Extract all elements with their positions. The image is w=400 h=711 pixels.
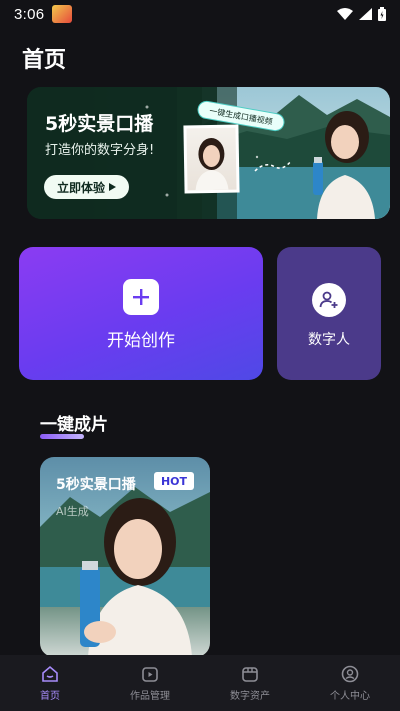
nav-works[interactable]: 作品管理 bbox=[100, 655, 200, 711]
box-icon bbox=[242, 667, 258, 682]
nav-home-label: 首页 bbox=[40, 691, 60, 702]
status-time: 3:06 bbox=[14, 5, 45, 23]
app-notification-icon bbox=[52, 5, 73, 23]
template-card[interactable]: 5秒实景口播 HOT AI生成 bbox=[40, 457, 210, 657]
section-title: 一键成片 bbox=[40, 415, 108, 435]
nav-assets-label: 数字资产 bbox=[230, 691, 270, 702]
status-bar: 3:06 bbox=[0, 0, 400, 28]
nav-profile-label: 个人中心 bbox=[330, 691, 370, 702]
promo-banner[interactable]: 一键生成口播视频 5秒实景口播 打造你的数字分身! 立即体验 bbox=[27, 87, 390, 219]
video-icon bbox=[142, 667, 158, 682]
photo-card bbox=[183, 124, 240, 194]
plus-icon bbox=[123, 279, 159, 315]
banner-title: 5秒实景口播 bbox=[45, 113, 154, 135]
cellular-signal-icon bbox=[359, 8, 372, 20]
nav-works-label: 作品管理 bbox=[130, 691, 170, 702]
wifi-icon bbox=[337, 8, 353, 20]
bottom-nav: 首页 作品管理 数字资产 个人中心 bbox=[0, 655, 400, 711]
nav-home[interactable]: 首页 bbox=[0, 655, 100, 711]
section-underline bbox=[40, 434, 84, 439]
play-arrow-icon bbox=[109, 183, 116, 191]
hot-badge: HOT bbox=[154, 472, 194, 490]
battery-icon bbox=[378, 7, 386, 21]
nav-profile[interactable]: 个人中心 bbox=[300, 655, 400, 711]
digital-human-card[interactable]: 数字人 bbox=[277, 247, 381, 380]
try-now-label: 立即体验 bbox=[56, 180, 105, 195]
start-create-card[interactable]: 开始创作 bbox=[19, 247, 263, 380]
banner-subtitle: 打造你的数字分身! bbox=[45, 143, 155, 158]
user-icon bbox=[341, 665, 359, 683]
template-title: 5秒实景口播 bbox=[56, 477, 136, 493]
portrait-photo bbox=[186, 127, 237, 191]
nav-assets[interactable]: 数字资产 bbox=[200, 655, 300, 711]
page-title: 首页 bbox=[22, 48, 67, 73]
digital-human-label: 数字人 bbox=[308, 332, 350, 348]
try-now-button[interactable]: 立即体验 bbox=[44, 175, 129, 199]
template-subtitle: AI生成 bbox=[56, 505, 89, 518]
home-icon bbox=[42, 665, 58, 682]
start-create-label: 开始创作 bbox=[107, 331, 175, 351]
status-indicators bbox=[337, 7, 386, 21]
add-person-icon bbox=[312, 283, 346, 317]
